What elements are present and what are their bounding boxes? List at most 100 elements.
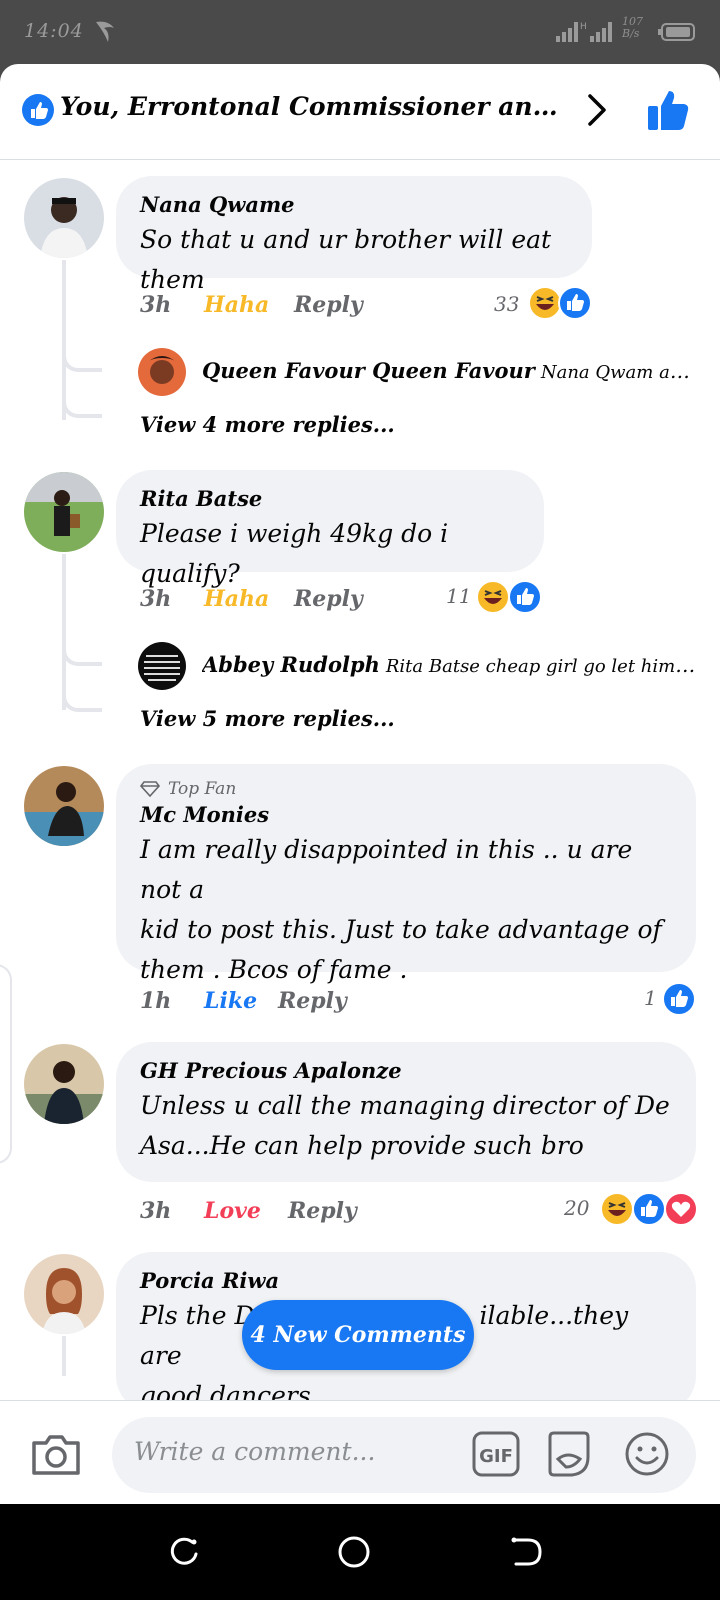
gif-label: GIF xyxy=(479,1446,513,1467)
reactions-header[interactable]: You, Errontonal Commissioner and 3.8K ot… xyxy=(0,64,720,160)
comment-author[interactable]: Mc Monies xyxy=(140,800,672,830)
avatar-image xyxy=(24,766,104,846)
comment-composer: Write a comment... GIF xyxy=(0,1400,720,1504)
sticker-icon[interactable] xyxy=(544,1429,594,1479)
love-reaction-button[interactable]: Love xyxy=(204,1198,261,1224)
comment-text-line: kid to post this. Just to take advantage… xyxy=(140,915,662,944)
comment-bubble[interactable]: GH Precious Apalonze Unless u call the m… xyxy=(116,1042,696,1182)
avatar-image xyxy=(24,1044,104,1124)
comment-text-line: them . Bcos of fame . xyxy=(140,955,408,984)
avatar-rita-batse[interactable] xyxy=(24,472,104,552)
like-icon xyxy=(558,286,592,320)
comment-bubble[interactable]: Top Fan Mc Monies I am really disappoint… xyxy=(116,764,696,984)
comment-bubble[interactable]: Nana Qwame So that u and ur brother will… xyxy=(116,176,592,294)
like-icon xyxy=(632,1192,666,1226)
like-icon xyxy=(508,580,542,614)
comment-text-line: Unless u call the managing director of D… xyxy=(140,1091,670,1120)
thread-line xyxy=(62,1336,66,1376)
haha-icon xyxy=(600,1192,634,1226)
haha-reaction-button[interactable]: Haha xyxy=(204,292,269,318)
avatar-nana-qwame[interactable] xyxy=(24,178,104,258)
haha-reaction-button[interactable]: Haha xyxy=(204,586,269,612)
haha-icon xyxy=(476,580,510,614)
like-thumb-icon[interactable] xyxy=(646,88,690,132)
reaction-count[interactable]: 1 xyxy=(644,986,657,1010)
reply-branch xyxy=(62,392,102,418)
comment-time: 3h xyxy=(140,586,172,612)
avatar-image xyxy=(138,348,186,396)
reply-branch xyxy=(62,350,102,372)
comment-input-placeholder: Write a comment... xyxy=(134,1437,376,1466)
reply-branch xyxy=(62,686,102,712)
status-time: 14:04 xyxy=(24,20,84,42)
love-icon xyxy=(664,1192,698,1226)
reply-button[interactable]: Reply xyxy=(278,988,347,1014)
view-more-replies[interactable]: View 5 more replies... xyxy=(140,706,395,731)
comment-author[interactable]: Rita Batse xyxy=(140,484,520,514)
reply-button[interactable]: Reply xyxy=(288,1198,357,1224)
network-speed: 107 B/s xyxy=(622,16,643,40)
comment-list: Nana Qwame So that u and ur brother will… xyxy=(0,160,720,1464)
comment-time: 3h xyxy=(140,1198,172,1224)
reply-button[interactable]: Reply xyxy=(294,292,363,318)
chevron-right-icon[interactable] xyxy=(584,92,610,128)
haha-icon xyxy=(528,286,562,320)
home-icon[interactable] xyxy=(336,1534,372,1570)
comment-author[interactable]: GH Precious Apalonze xyxy=(140,1056,672,1086)
new-comments-button[interactable]: 4 New Comments xyxy=(242,1300,474,1370)
comments-sheet: You, Errontonal Commissioner and 3.8K ot… xyxy=(0,64,720,1504)
reply-author[interactable]: Queen Favour Queen Favour xyxy=(202,358,535,383)
reaction-count[interactable]: 33 xyxy=(494,292,519,316)
recent-apps-icon[interactable] xyxy=(166,1534,202,1570)
reply-preview[interactable]: Queen Favour Queen FavourNana Qwam aaaah… xyxy=(202,358,700,383)
like-reaction-button[interactable]: Like xyxy=(204,988,257,1014)
comment-text-line: I am really disappointed in this .. u ar… xyxy=(140,835,633,904)
avatar-image xyxy=(24,178,104,258)
comment-text: So that u and ur brother will eat them xyxy=(140,225,552,294)
comment-text-fragment: Pls the D xyxy=(140,1301,255,1330)
status-bar: 14:04 H 107 B/s xyxy=(0,0,720,64)
app-notification-icon xyxy=(96,21,114,42)
comment-time: 1h xyxy=(140,988,172,1014)
top-fan-label: Top Fan xyxy=(168,779,237,799)
comment-text: Please i weigh 49kg do i qualify? xyxy=(140,519,449,588)
gif-icon[interactable]: GIF xyxy=(472,1431,520,1477)
top-fan-badge: Top Fan xyxy=(139,778,672,800)
like-icon xyxy=(662,982,696,1016)
reaction-count[interactable]: 11 xyxy=(446,584,471,608)
battery-icon xyxy=(658,23,695,41)
comment-author[interactable]: Nana Qwame xyxy=(140,190,568,220)
avatar-gh-precious-apalonze[interactable] xyxy=(24,1044,104,1124)
view-more-replies[interactable]: View 4 more replies... xyxy=(140,412,395,437)
like-badge-icon xyxy=(22,94,54,126)
reactions-summary[interactable]: You, Errontonal Commissioner and 3.8K ot… xyxy=(60,92,572,121)
comment-author[interactable]: Porcia Riwa xyxy=(140,1266,672,1296)
reply-snippet: Nana Qwam aaaah u ... xyxy=(540,362,700,383)
avatar-porcia-riwa[interactable] xyxy=(24,1254,104,1334)
back-icon[interactable] xyxy=(508,1534,544,1570)
system-nav-bar xyxy=(0,1504,720,1600)
reply-snippet: Rita Batse cheap girl go let him fu... xyxy=(385,656,700,677)
comment-text-line: Asa...He can help provide such bro xyxy=(140,1131,584,1160)
signal-icon: H xyxy=(556,22,612,42)
reply-preview[interactable]: Abbey Rudolph Rita Batse cheap girl go le… xyxy=(202,652,700,677)
side-edge-handle[interactable] xyxy=(0,964,12,1164)
avatar-queen-favour[interactable] xyxy=(138,348,186,396)
reply-branch xyxy=(62,644,102,666)
avatar-image xyxy=(24,472,104,552)
avatar-image xyxy=(24,1254,104,1334)
camera-icon[interactable] xyxy=(30,1431,82,1477)
reaction-count[interactable]: 20 xyxy=(564,1196,589,1220)
reply-author[interactable]: Abbey Rudolph xyxy=(202,652,380,677)
reply-button[interactable]: Reply xyxy=(294,586,363,612)
comment-time: 3h xyxy=(140,292,172,318)
diamond-icon xyxy=(139,781,161,798)
avatar-image xyxy=(138,642,186,690)
network-type: H xyxy=(580,22,587,32)
avatar-abbey-rudolph[interactable] xyxy=(138,642,186,690)
comment-bubble[interactable]: Rita Batse Please i weigh 49kg do i qual… xyxy=(116,470,544,588)
network-speed-unit: B/s xyxy=(622,27,640,40)
emoji-icon[interactable] xyxy=(624,1431,670,1477)
comment-input[interactable]: Write a comment... GIF xyxy=(112,1417,696,1493)
avatar-mc-monies[interactable] xyxy=(24,766,104,846)
